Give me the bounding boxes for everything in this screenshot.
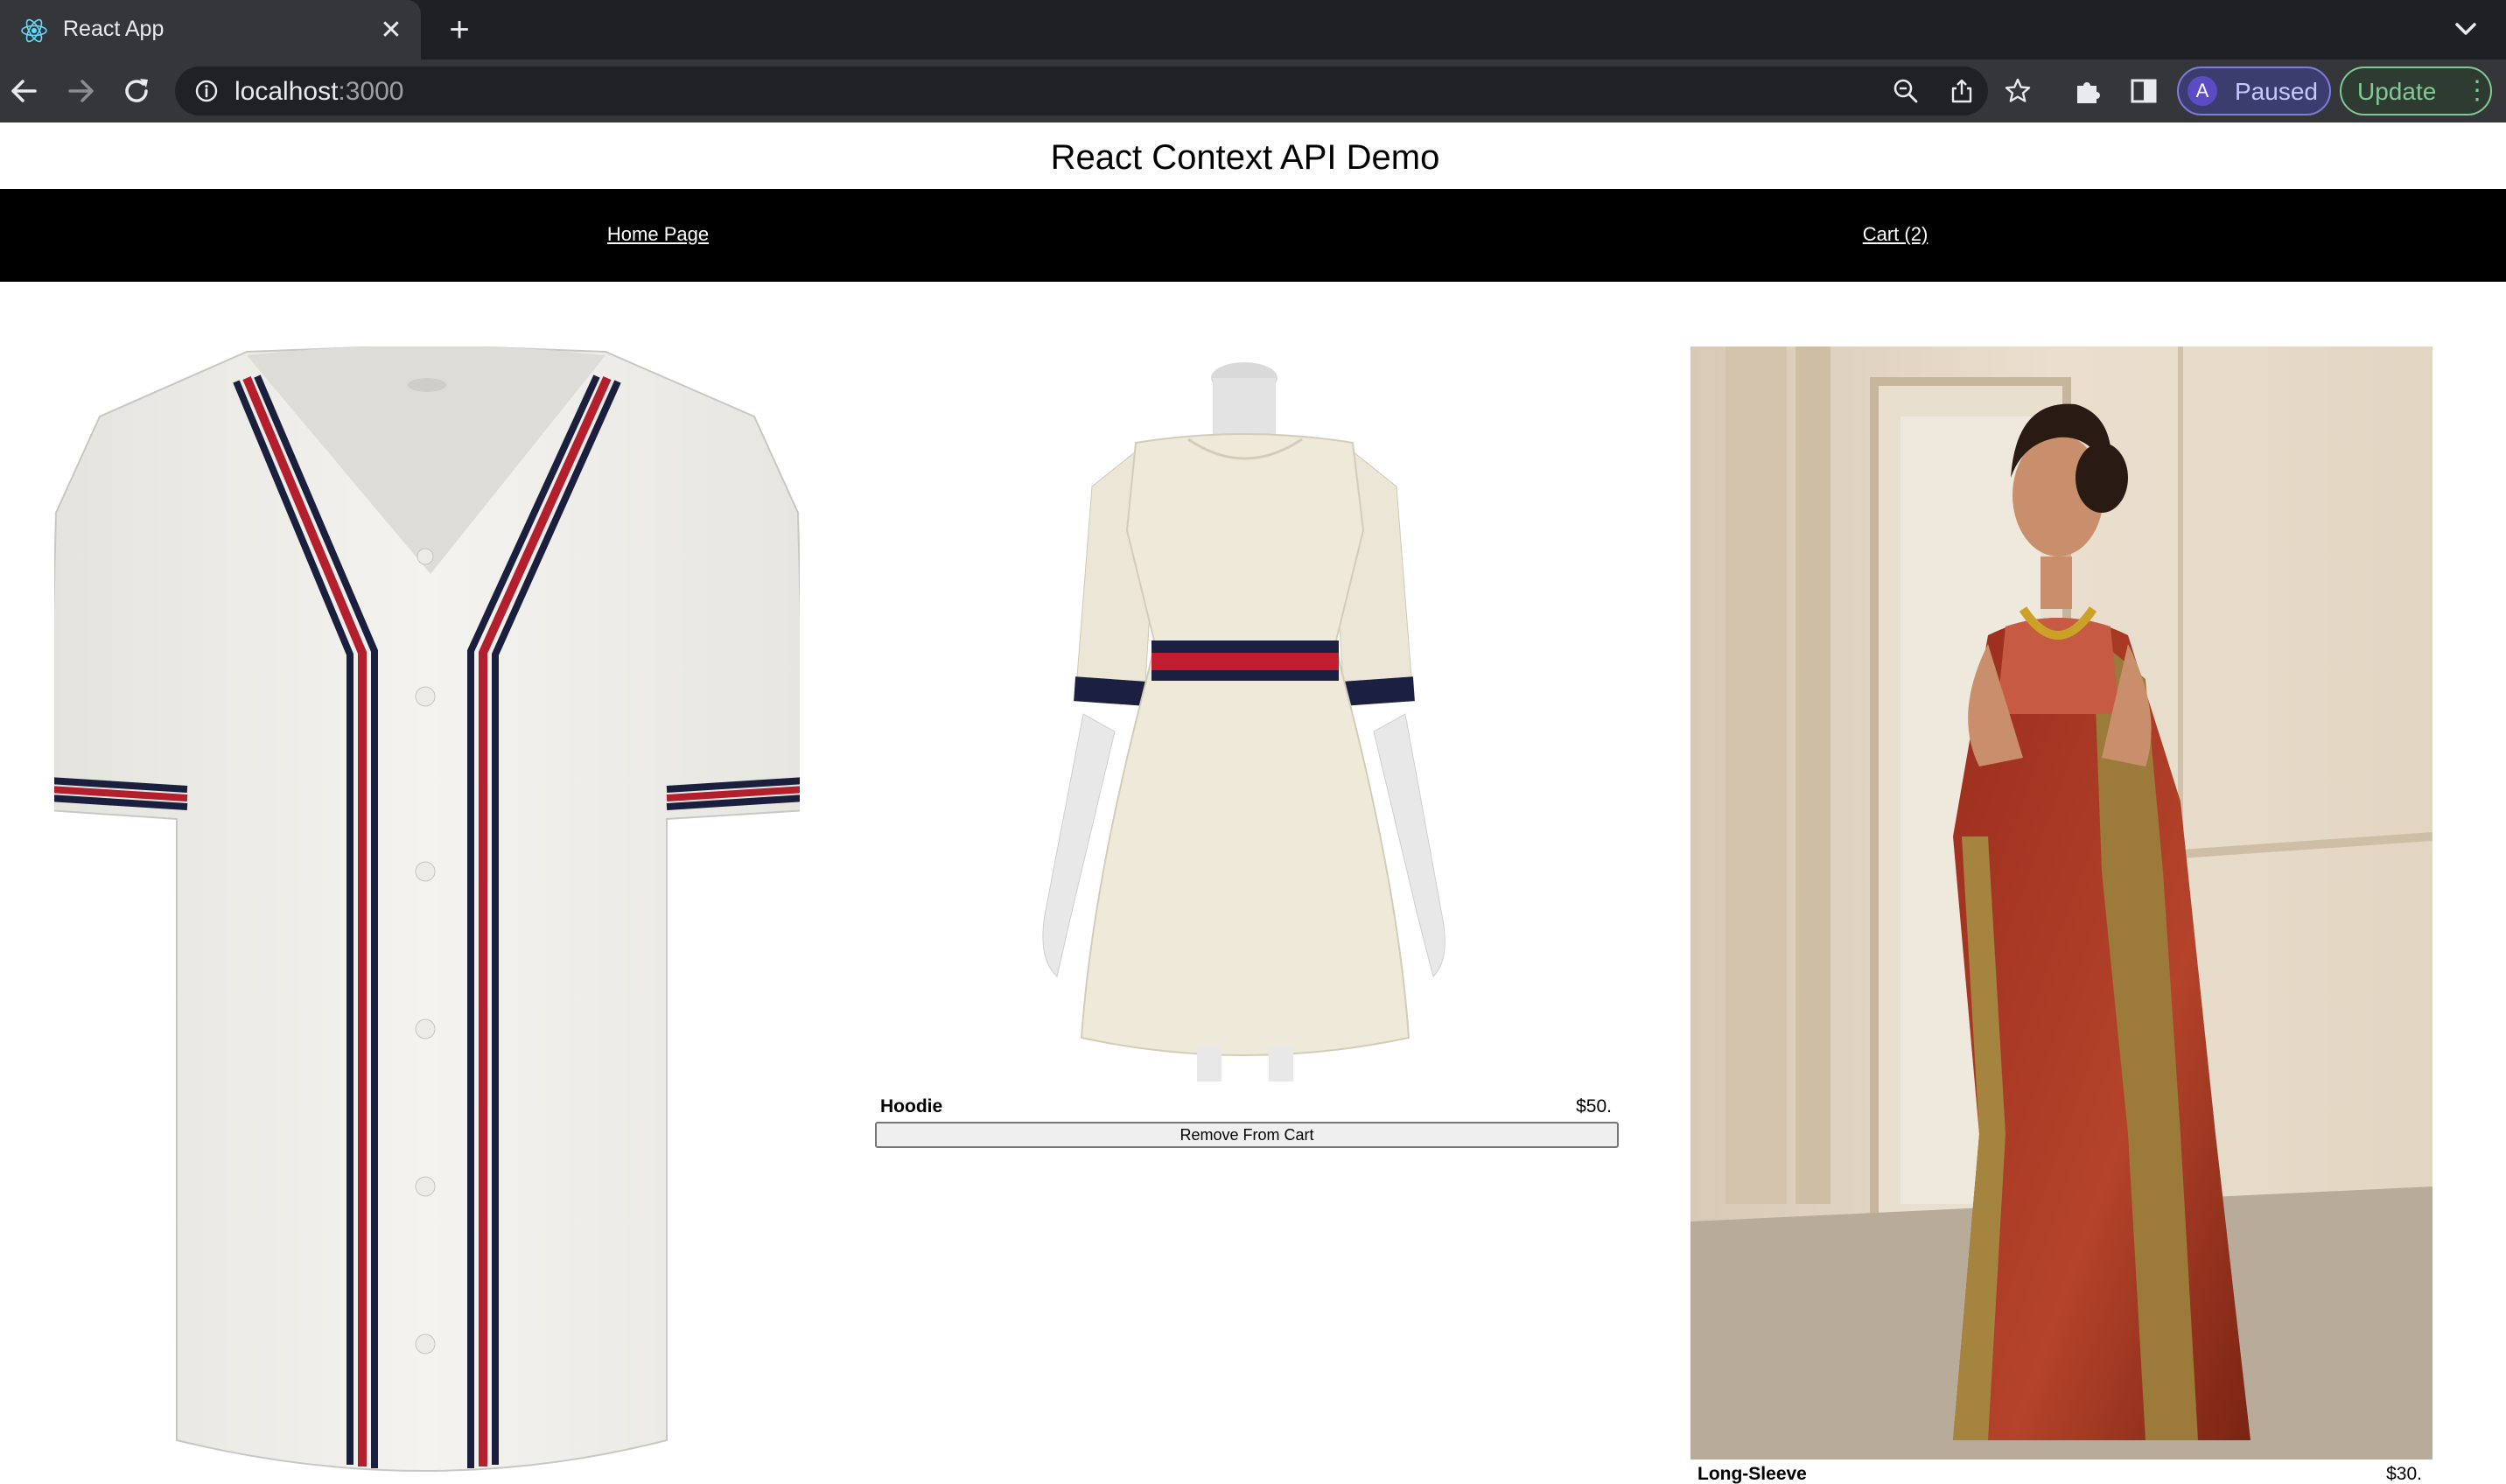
nav-cart-link[interactable]: Cart (2) bbox=[1720, 222, 2070, 247]
product-image-long-sleeve bbox=[1690, 346, 2432, 1460]
site-info-icon[interactable] bbox=[194, 79, 219, 103]
forward-arrow-icon[interactable] bbox=[61, 72, 100, 110]
product-image-hoodie bbox=[1042, 362, 1446, 1082]
product-card-hoodie: Hoodie $50. Remove From Cart bbox=[873, 346, 1619, 1152]
product-image-jersey bbox=[54, 346, 800, 1472]
back-arrow-icon[interactable] bbox=[5, 72, 44, 110]
browser-tab-active[interactable]: React App ✕ bbox=[0, 0, 421, 60]
url-port: :3000 bbox=[338, 77, 404, 106]
profile-status-label: Paused bbox=[2235, 78, 2318, 105]
zoom-icon[interactable] bbox=[1892, 77, 1920, 105]
page-title: React Context API Demo bbox=[1050, 138, 1440, 177]
site-navbar: Home Page Cart (2) bbox=[0, 189, 2506, 282]
update-label: Update bbox=[2357, 78, 2437, 105]
more-menu-icon[interactable]: ⋮ bbox=[2464, 77, 2490, 107]
close-tab-icon[interactable]: ✕ bbox=[376, 16, 406, 46]
product-card-long-sleeve: Long-Sleeve $30. bbox=[1690, 346, 2432, 1484]
browser-tabstrip: React App ✕ + bbox=[0, 0, 2506, 60]
tab-search-chevron-icon[interactable] bbox=[2448, 14, 2483, 46]
product-card-jersey bbox=[54, 346, 800, 1484]
product-name: Long-Sleeve bbox=[1698, 1464, 1807, 1484]
url-text[interactable]: localhost:3000 bbox=[234, 78, 403, 106]
extensions-puzzle-icon[interactable] bbox=[2072, 75, 2104, 107]
nav-home-link[interactable]: Home Page bbox=[483, 222, 833, 247]
address-bar[interactable]: localhost:3000 bbox=[175, 66, 1988, 116]
share-icon[interactable] bbox=[1948, 77, 1976, 105]
update-button[interactable]: Update ⋮ bbox=[2340, 66, 2492, 116]
profile-button[interactable]: A Paused bbox=[2177, 66, 2331, 116]
react-logo-icon bbox=[21, 18, 47, 43]
tab-title: React App bbox=[63, 17, 164, 41]
bookmark-star-icon[interactable] bbox=[2004, 77, 2032, 105]
product-price: $50. bbox=[1576, 1096, 1612, 1116]
avatar: A bbox=[2188, 76, 2217, 106]
browser-toolbar: localhost:3000 A Paused Update ⋮ bbox=[0, 60, 2506, 122]
product-name: Hoodie bbox=[880, 1096, 943, 1116]
reload-icon[interactable] bbox=[117, 72, 156, 110]
product-price: $30. bbox=[2386, 1464, 2422, 1484]
new-tab-button[interactable]: + bbox=[442, 12, 477, 47]
url-host: localhost bbox=[234, 77, 339, 106]
remove-from-cart-button[interactable]: Remove From Cart bbox=[875, 1122, 1619, 1148]
side-panel-icon[interactable] bbox=[2128, 75, 2160, 107]
